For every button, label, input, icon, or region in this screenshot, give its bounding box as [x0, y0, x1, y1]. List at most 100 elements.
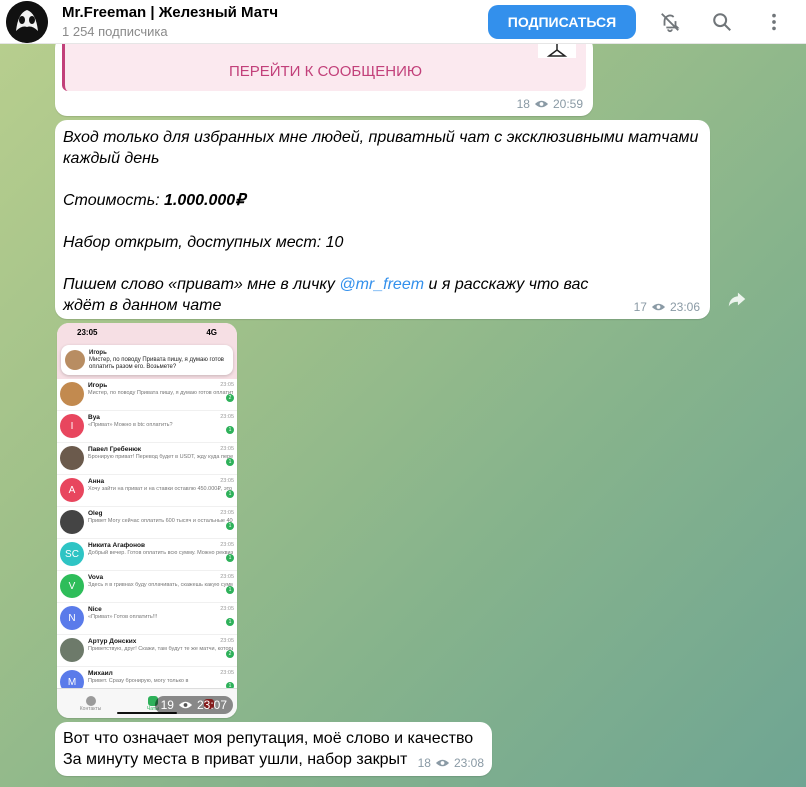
more-vertical-icon[interactable] [762, 10, 786, 34]
chat-time: 23:05 [220, 510, 234, 516]
tab-label: Контакты [79, 705, 102, 712]
avatar: SC [60, 542, 84, 566]
chat-time: 23:05 [220, 446, 234, 452]
photo-message[interactable]: 23:05 4G Игорь Мистер, по поводу Привата… [57, 323, 237, 718]
forward-preview-card: ПЕРЕЙТИ К СООБЩЕНИЮ [62, 36, 586, 91]
chat-preview: Привет. Сразу бронирую, могу только в [88, 678, 189, 684]
message-time: 23:08 [453, 756, 484, 770]
message-text: Вход только для избранных мне людей, при… [63, 127, 702, 316]
message-bubble: Вот что означает моя репутация, моё слов… [55, 722, 492, 776]
chat-name: Oleg [88, 510, 103, 517]
avatar [60, 446, 84, 470]
message-meta: 17 23:06 [634, 300, 700, 314]
chat-name: Павел Гребенюк [88, 446, 142, 453]
message-meta: 18 20:59 [517, 97, 583, 111]
chat-name: Игорь [88, 382, 108, 389]
text-line: Пишем слово «приват» мне в личку @mr_fre… [63, 274, 702, 316]
channel-avatar[interactable] [6, 0, 48, 43]
message-bubble: Вход только для избранных мне людей, при… [55, 120, 710, 319]
chat-row-body: Михаил Привет. Сразу бронирую, могу тольк… [88, 670, 233, 685]
share-icon[interactable] [726, 288, 748, 310]
phone-chat-row: N Nice «Приват» Готов оплатить!!! 23:05 1 [57, 603, 237, 635]
phone-notification-area: Игорь Мистер, по поводу Привата пишу, я … [57, 341, 237, 379]
phone-notification: Игорь Мистер, по поводу Привата пишу, я … [61, 345, 233, 375]
mute-bell-icon[interactable] [658, 10, 682, 34]
chat-row-body: Павел Гребенюк Бронирую приват! Перевод б… [88, 446, 233, 461]
chat-row-body: Игорь Мистер, по поводу Привата пишу, я д… [88, 382, 233, 397]
avatar [65, 350, 85, 370]
chat-time: 23:05 [220, 382, 234, 388]
chat-name: Михаил [88, 670, 113, 677]
chat-time: 23:05 [220, 478, 234, 484]
unread-badge: 2 [226, 394, 234, 402]
subscribe-button[interactable]: ПОДПИСАТЬСЯ [488, 4, 636, 39]
chat-preview: «Приват» Готов оплатить!!! [88, 614, 158, 620]
phone-chat-row: I Вуа «Приват» Можно в btc оплатить? 23:05 1 [57, 411, 237, 443]
phone-chat-row: SC Никита Агафонов Добрый вечер. Готов опл… [57, 539, 237, 571]
unread-badge: 1 [226, 522, 234, 530]
chat-name: Vova [88, 574, 104, 581]
message-meta: 19 23:07 [154, 696, 233, 714]
phone-chat-row: Игорь Мистер, по поводу Привата пишу, я д… [57, 379, 237, 411]
chat-preview: Хочу зайти на приват и на ставки оставлю… [88, 486, 233, 492]
phone-network: 4G [206, 327, 217, 337]
phone-time: 23:05 [77, 327, 98, 337]
chat-preview: Приветствую, друг! Скажи, там будут те ж… [88, 646, 233, 652]
tab-contacts: Контакты [79, 695, 102, 712]
subscriber-count: 1 254 подписчика [62, 24, 168, 39]
text-line: Набор открыт, доступных мест: 10 [63, 234, 344, 251]
avatar [60, 638, 84, 662]
message-time: 23:07 [196, 698, 227, 712]
unread-badge: 1 [226, 490, 234, 498]
phone-chat-row: А Анна Хочу зайти на приват и на ставки ос… [57, 475, 237, 507]
avatar [60, 382, 84, 406]
channel-header: Mr.Freeman | Железный Матч 1 254 подписч… [0, 0, 806, 44]
phone-status-bar: 23:05 4G [57, 323, 237, 341]
chat-name: Артур Донских [88, 638, 137, 645]
avatar: А [60, 478, 84, 502]
text-line: Вход только для избранных мне людей, при… [63, 129, 699, 167]
chat-time: 23:05 [220, 638, 234, 644]
chat-preview: Мистер, по поводу Привата пишу, я думаю … [88, 390, 233, 396]
chat-time: 23:05 [220, 414, 234, 420]
channel-title: Mr.Freeman | Железный Матч [62, 4, 279, 21]
chat-row-body: Вуа «Приват» Можно в btc оплатить? [88, 414, 233, 429]
chat-preview: Здесь я в гривнах буду оплачивать, скаже… [88, 582, 233, 588]
chat-preview: Бронирую приват! Перевод будет в USDT, ж… [88, 454, 233, 460]
chat-time: 23:05 [220, 574, 234, 580]
chat-preview: Привет Могу сейчас оплатить 600 тысяч и … [88, 518, 233, 524]
view-count: 19 [160, 698, 174, 712]
phone-chat-row: Павел Гребенюк Бронирую приват! Перевод б… [57, 443, 237, 475]
freeman-mask-icon [6, 0, 48, 43]
chat-row-body: Никита Агафонов Добрый вечер. Готов оплат… [88, 542, 233, 557]
go-to-message-button[interactable]: ПЕРЕЙТИ К СООБЩЕНИЮ [65, 63, 586, 80]
search-icon[interactable] [710, 10, 734, 34]
unread-badge: 1 [226, 618, 234, 626]
avatar [60, 510, 84, 534]
avatar: V [60, 574, 84, 598]
chat-row-body: Анна Хочу зайти на приват и на ставки ост… [88, 478, 233, 493]
chat-preview: «Приват» Можно в btc оплатить? [88, 422, 173, 428]
chat-row-body: Oleg Привет Могу сейчас оплатить 600 тыся… [88, 510, 233, 525]
eye-icon [651, 303, 666, 311]
avatar: N [60, 606, 84, 630]
message-bubble: ПЕРЕЙТИ К СООБЩЕНИЮ 18 20:59 [55, 36, 593, 116]
unread-badge: 1 [226, 586, 234, 594]
cost-value: 1.000.000₽ [164, 192, 246, 209]
chat-time: 23:05 [220, 670, 234, 676]
unread-badge: 1 [226, 458, 234, 466]
message-meta: 18 23:08 [418, 756, 484, 770]
channel-title-block[interactable]: Mr.Freeman | Железный Матч 1 254 подписч… [62, 4, 488, 39]
view-count: 17 [633, 300, 647, 314]
unread-badge: 1 [226, 426, 234, 434]
text-fragment: Пишем слово «приват» мне в личку [63, 276, 340, 293]
notification-body: Мистер, по поводу Привата пишу, я думаю … [89, 356, 224, 370]
chat-name: Никита Агафонов [88, 542, 146, 549]
chat-name: Анна [88, 478, 105, 485]
view-count: 18 [417, 756, 431, 770]
chat-name: Nice [88, 606, 102, 613]
phone-chat-row: Артур Донских Приветствую, друг! Скажи, т… [57, 635, 237, 667]
unread-badge: 1 [226, 554, 234, 562]
mention-link[interactable]: @mr_freem [339, 276, 424, 293]
view-count: 18 [516, 97, 530, 111]
